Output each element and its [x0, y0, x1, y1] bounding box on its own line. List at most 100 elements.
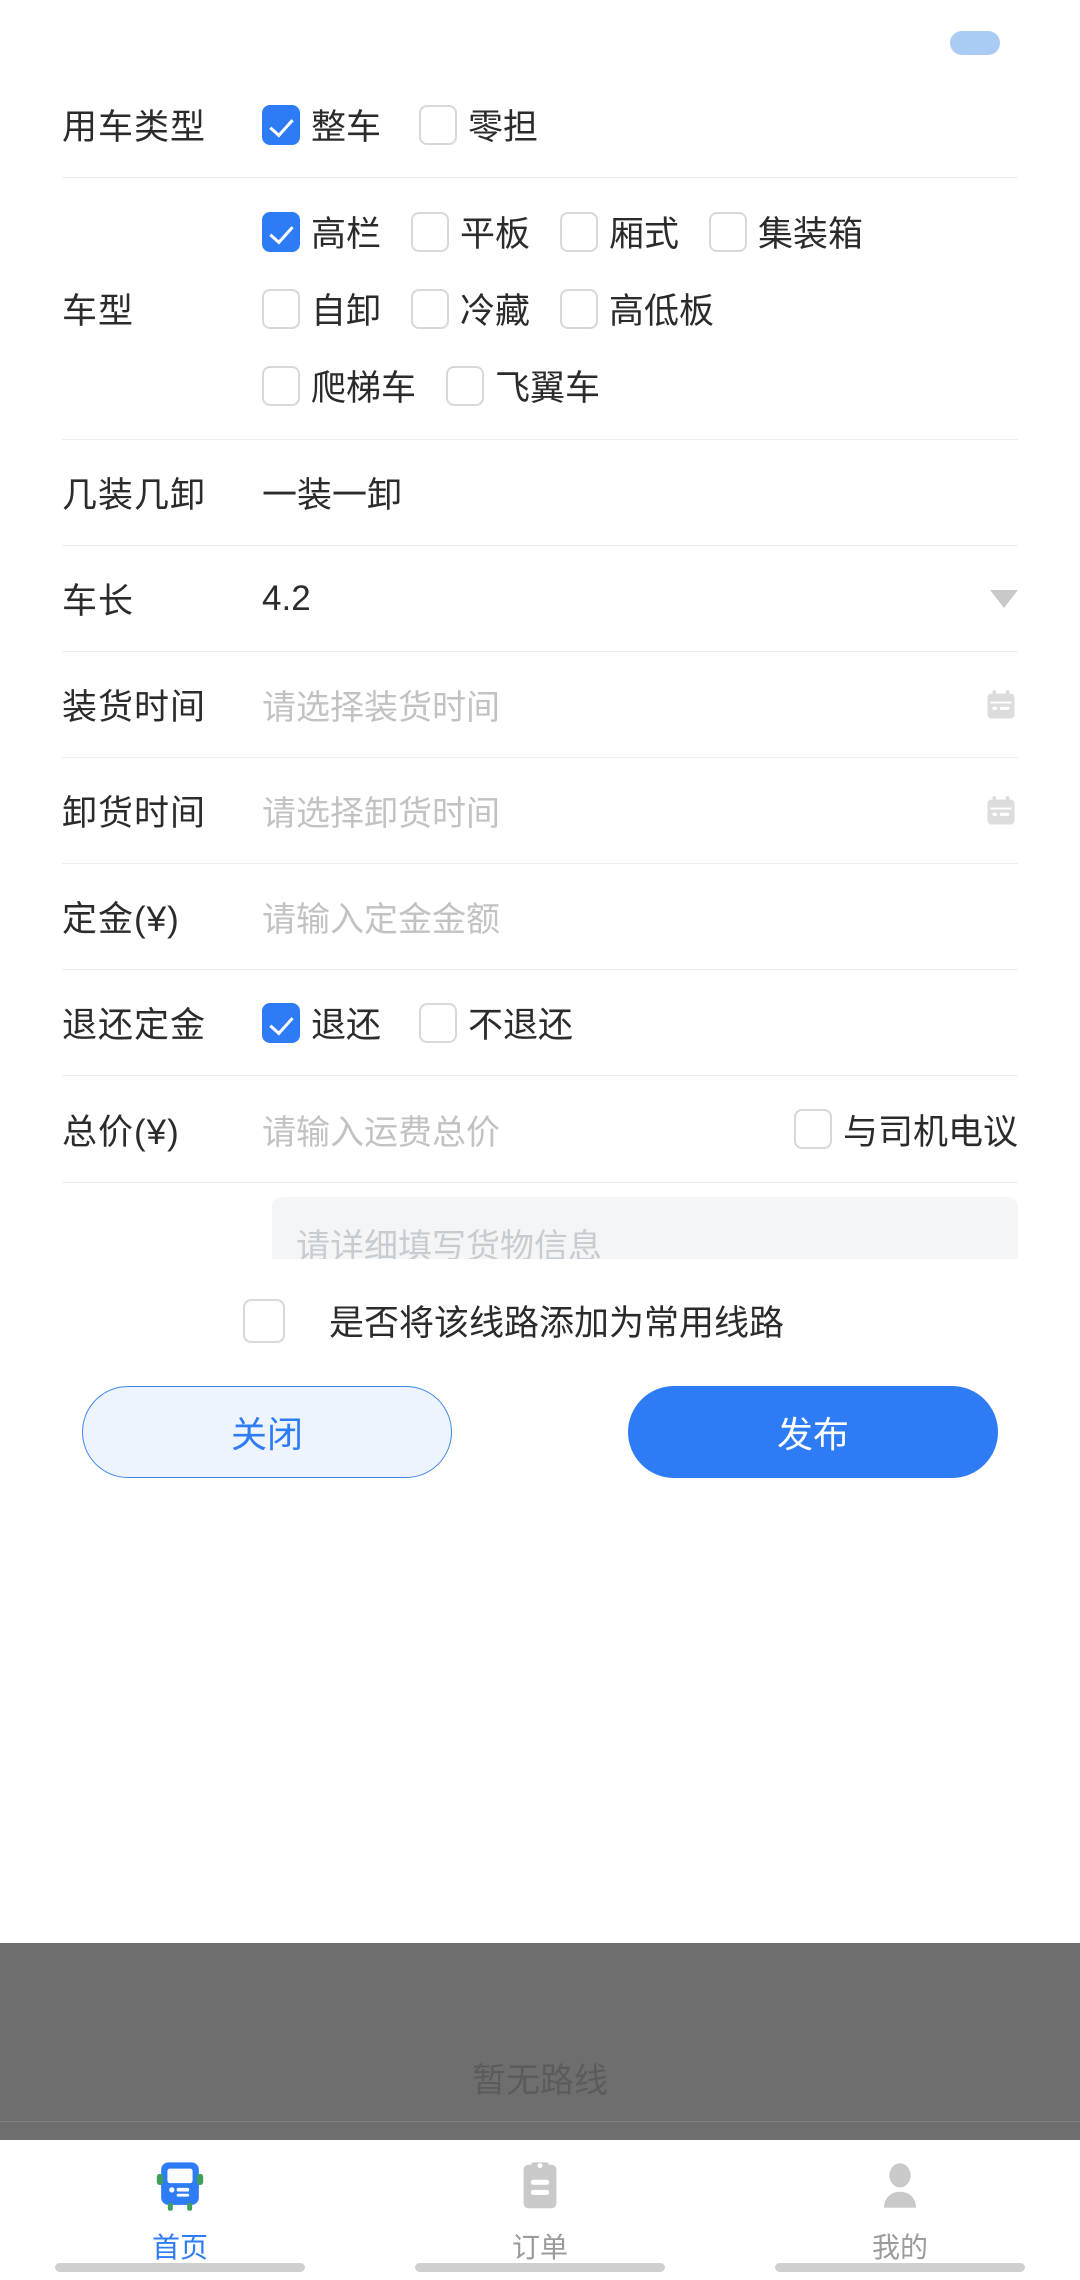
checkbox-use-type-0[interactable]: 整车: [262, 99, 381, 150]
checkbox-icon-unchecked[interactable]: [560, 211, 599, 252]
checkbox-icon-unchecked[interactable]: [411, 288, 450, 329]
checkbox-icon-unchecked[interactable]: [419, 1002, 458, 1043]
checkbox-refund-no[interactable]: 不退还: [419, 997, 573, 1048]
tab-label: 我的: [871, 2232, 928, 2263]
row-load-unload[interactable]: 几装几卸 一装一卸: [62, 440, 1018, 546]
checkbox-vehicle-jizhuangxiang[interactable]: 集装箱: [709, 206, 863, 257]
chevron-down-icon[interactable]: [990, 589, 1018, 608]
checkbox-label: 自卸: [311, 292, 382, 331]
common-route-label: 是否将该线路添加为常用线路: [329, 1304, 785, 1343]
checkbox-label: 平板: [460, 215, 531, 254]
label-load-unload: 几装几卸: [62, 476, 207, 515]
load-time-field[interactable]: 请选择装货时间: [262, 680, 1018, 729]
row-total-price: 总价(¥) 请输入运费总价 与司机电议: [62, 1076, 1018, 1182]
checkbox-use-type-1[interactable]: 零担: [419, 99, 538, 150]
vehicle-length-field[interactable]: 4.2: [262, 579, 1018, 619]
checkbox-label: 高栏: [311, 215, 382, 254]
checkbox-vehicle-zixie[interactable]: 自卸: [262, 283, 381, 334]
checkbox-label: 集装箱: [758, 215, 864, 254]
row-deposit[interactable]: 定金(¥) 请输入定金金额: [62, 864, 1018, 970]
gesture-bar: [775, 2263, 1025, 2272]
checkbox-label: 整车: [311, 108, 382, 147]
unload-time-placeholder: 请选择卸货时间: [262, 795, 500, 833]
refund-deposit-options: 退还 不退还: [262, 997, 1018, 1048]
label-use-type: 用车类型: [62, 108, 207, 147]
row-use-type: 用车类型 整车 零担: [62, 72, 1018, 178]
page-scrim-overlay: 暂无路线: [0, 1943, 1080, 2140]
checkbox-icon-checked[interactable]: [262, 211, 300, 252]
empty-state-text: 暂无路线: [472, 2062, 608, 2100]
checkbox-icon-unchecked[interactable]: [419, 104, 458, 145]
checkbox-vehicle-pingban[interactable]: 平板: [411, 206, 530, 257]
clipboard-icon: [511, 2154, 569, 2218]
empty-box-icon: [465, 1943, 615, 1983]
checkbox-icon-unchecked[interactable]: [560, 288, 599, 329]
vehicle-type-options: 高栏 平板 厢式 集装箱 自卸 冷藏 高低板 爬梯车 飞翼车: [262, 206, 1018, 411]
label-refund-deposit: 退还定金: [62, 1006, 207, 1045]
action-buttons: 关闭 发布: [0, 1346, 1080, 1478]
close-button[interactable]: 关闭: [82, 1386, 452, 1478]
label-total-price: 总价(¥): [62, 1112, 180, 1152]
status-pill: [950, 31, 1000, 55]
checkbox-icon-unchecked[interactable]: [446, 365, 485, 406]
publish-button[interactable]: 发布: [628, 1386, 998, 1478]
checkbox-icon-unchecked[interactable]: [262, 288, 300, 329]
divider: [0, 2121, 1080, 2122]
checkbox-label: 零担: [468, 108, 539, 147]
cargo-info-textarea[interactable]: 请详细填写货物信息: [272, 1197, 1018, 1259]
checkbox-icon-checked[interactable]: [262, 104, 300, 145]
checkbox-label: 厢式: [609, 215, 680, 254]
gesture-bar: [55, 2263, 305, 2272]
load-unload-value: 一装一卸: [262, 476, 403, 515]
tab-label: 首页: [151, 2232, 208, 2263]
label-unload-time: 卸货时间: [62, 794, 207, 833]
label-vehicle-length: 车长: [62, 582, 135, 621]
checkbox-label: 退还: [311, 1006, 382, 1045]
checkbox-icon-unchecked[interactable]: [243, 1298, 285, 1343]
deposit-input-placeholder[interactable]: 请输入定金金额: [262, 892, 500, 941]
checkbox-vehicle-xiangshi[interactable]: 厢式: [560, 206, 679, 257]
row-common-route[interactable]: 是否将该线路添加为常用线路: [0, 1295, 1080, 1346]
checkbox-icon-unchecked[interactable]: [411, 211, 450, 252]
bottom-tab-bar: 首页 订单 我的: [0, 2140, 1080, 2280]
vehicle-type-row-2: 爬梯车 飞翼车: [262, 360, 893, 411]
vehicle-type-row-0: 高栏 平板 厢式 集装箱: [262, 206, 893, 257]
row-unload-time[interactable]: 卸货时间 请选择卸货时间: [62, 758, 1018, 864]
checkbox-label: 高低板: [609, 292, 715, 331]
checkbox-vehicle-gaolan[interactable]: 高栏: [262, 206, 381, 257]
person-icon: [871, 2154, 929, 2218]
tab-profile[interactable]: 我的: [720, 2154, 1080, 2266]
unload-time-field[interactable]: 请选择卸货时间: [262, 786, 1018, 835]
checkbox-icon-unchecked[interactable]: [793, 1109, 832, 1149]
checkbox-vehicle-gaodiban[interactable]: 高低板: [560, 283, 714, 334]
cargo-info-wrapper: 请详细填写货物信息: [62, 1197, 1018, 1259]
checkbox-refund-yes[interactable]: 退还: [262, 997, 381, 1048]
checkbox-icon-unchecked[interactable]: [709, 211, 748, 252]
vehicle-type-row-1: 自卸 冷藏 高低板: [262, 283, 893, 334]
total-price-input-placeholder[interactable]: 请输入运费总价: [262, 1105, 500, 1154]
checkbox-vehicle-lengcang[interactable]: 冷藏: [411, 283, 530, 334]
tab-home[interactable]: 首页: [0, 2154, 360, 2266]
deposit-field[interactable]: 请输入定金金额: [262, 892, 1018, 941]
checkbox-label: 飞翼车: [495, 369, 601, 408]
vehicle-length-value: 4.2: [262, 578, 311, 618]
checkbox-vehicle-feiyiche[interactable]: 飞翼车: [446, 360, 600, 411]
row-vehicle-length[interactable]: 车长 4.2: [62, 546, 1018, 652]
checkbox-label: 冷藏: [460, 292, 531, 331]
empty-state: 暂无路线: [0, 1943, 1080, 2102]
calendar-icon[interactable]: [984, 794, 1018, 828]
total-price-field: 请输入运费总价 与司机电议: [262, 1104, 1018, 1155]
cargo-info-placeholder: 请详细填写货物信息: [296, 1228, 602, 1259]
row-load-time[interactable]: 装货时间 请选择装货时间: [62, 652, 1018, 758]
load-unload-field[interactable]: 一装一卸: [262, 467, 1018, 518]
checkbox-negotiate-with-driver[interactable]: 与司机电议: [793, 1104, 1018, 1155]
row-refund-deposit: 退还定金 退还 不退还: [62, 970, 1018, 1076]
calendar-icon[interactable]: [984, 688, 1018, 722]
checkbox-vehicle-patiche[interactable]: 爬梯车: [262, 360, 416, 411]
checkbox-icon-checked[interactable]: [262, 1002, 300, 1043]
truck-icon: [151, 2154, 209, 2218]
tab-orders[interactable]: 订单: [360, 2154, 720, 2266]
label-vehicle-type: 车型: [62, 292, 135, 331]
use-type-options: 整车 零担: [262, 99, 1018, 150]
checkbox-icon-unchecked[interactable]: [262, 365, 300, 406]
